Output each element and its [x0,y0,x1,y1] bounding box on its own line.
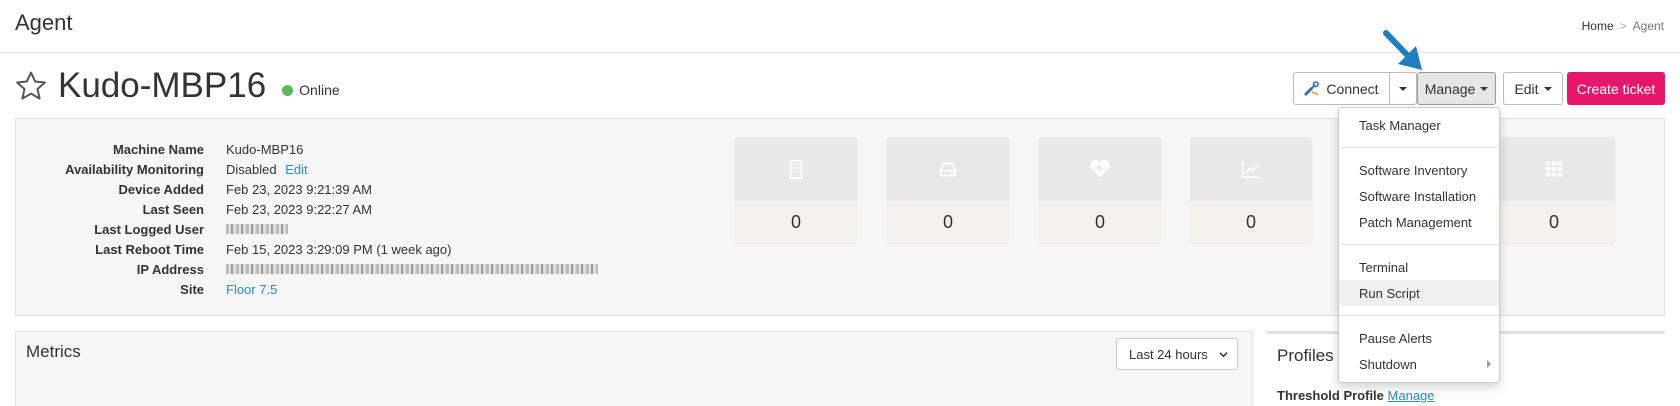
tile-icon-area [1190,137,1312,201]
breadcrumb-separator: > [1619,19,1627,33]
tile-icon-area [1493,137,1615,201]
menu-divider [1339,244,1499,245]
tile-count: 0 [1493,201,1615,243]
info-row-availability: Availability Monitoring Disabled Edit [61,159,598,179]
threshold-profile-row: Threshold Profile Manage [1277,388,1435,403]
status-text: Online [299,82,340,98]
info-label: Site [180,281,204,297]
heart-pulse-icon [1090,159,1110,178]
summary-tile[interactable]: 0 [887,137,1009,243]
create-ticket-button[interactable]: Create ticket [1567,72,1665,105]
tile-icon-area [887,137,1009,201]
info-value-wrap: Disabled Edit [226,162,308,177]
info-label: Availability Monitoring [65,161,204,177]
device-info-table: Machine Name Kudo-MBP16 Availability Mon… [61,139,598,299]
connect-label: Connect [1326,80,1379,97]
menu-item-pause-alerts[interactable]: Pause Alerts [1339,325,1499,351]
page-title: Agent [15,10,73,35]
menu-item-shutdown[interactable]: Shutdown [1339,351,1499,377]
site-link[interactable]: Floor 7.5 [226,282,277,297]
edit-label: Edit [1514,80,1539,97]
info-value: Kudo-MBP16 [226,141,304,157]
tile-icon-area [1039,137,1161,201]
chevron-down-icon [1480,86,1489,91]
info-row-last-seen: Last Seen Feb 23, 2023 9:22:27 AM [61,199,598,219]
hard-drive-icon [939,162,957,177]
breadcrumb: Home > Agent [1582,19,1664,33]
menu-item-run-script[interactable]: Run Script [1339,280,1499,306]
info-value: Feb 15, 2023 3:29:09 PM (1 week ago) [226,241,452,257]
info-label: Device Added [118,181,205,197]
availability-edit-link[interactable]: Edit [285,162,307,177]
breadcrumb-current: Agent [1632,19,1664,33]
info-row-last-reboot: Last Reboot Time Feb 15, 2023 3:29:09 PM… [61,239,598,259]
info-label: Last Reboot Time [95,241,204,257]
info-value: Feb 23, 2023 9:21:39 AM [226,181,372,197]
menu-divider [1339,147,1499,148]
info-value: Feb 23, 2023 9:22:27 AM [226,201,372,217]
chevron-down-icon [1219,352,1228,358]
profiles-title: Profiles [1277,346,1334,365]
menu-item-terminal[interactable]: Terminal [1339,254,1499,280]
favorite-star-icon[interactable] [14,69,48,103]
edit-button[interactable]: Edit [1503,72,1563,105]
device-name: Kudo-MBP16 [58,66,267,105]
menu-item-software-installation[interactable]: Software Installation [1339,183,1499,209]
info-row-site: Site Floor 7.5 [61,279,598,299]
info-label: Last Logged User [94,221,204,237]
menu-item-shutdown-label: Shutdown [1359,356,1417,372]
status-dot-icon [282,84,294,96]
tile-icon-area [735,137,857,201]
building-icon [789,159,803,179]
line-chart-icon [1241,160,1260,179]
grid-apps-icon [1545,161,1563,177]
summary-tile[interactable]: 0 [1039,137,1161,243]
connect-button[interactable]: Connect [1293,72,1390,105]
info-row-machine-name: Machine Name Kudo-MBP16 [61,139,598,159]
top-bar: Agent Home > Agent [0,0,1680,53]
threshold-profile-label: Threshold Profile [1277,388,1384,403]
redacted-user-value [226,223,288,234]
menu-item-software-inventory[interactable]: Software Inventory [1339,157,1499,183]
info-value-redacted [226,262,598,277]
breadcrumb-home[interactable]: Home [1582,19,1614,33]
chevron-down-icon [1543,86,1552,91]
info-label: IP Address [136,261,204,277]
menu-item-task-manager[interactable]: Task Manager [1339,112,1499,138]
chevron-right-icon [1487,360,1491,368]
info-label: Machine Name [112,141,204,157]
metrics-range-value: Last 24 hours [1129,346,1208,362]
manage-dropdown-menu: Task Manager Software Inventory Software… [1338,107,1500,383]
tile-count: 0 [1039,201,1161,243]
chevron-down-icon [1399,86,1407,91]
annotation-arrow-icon [1383,30,1422,70]
info-value-redacted [226,222,288,237]
info-label: Last Seen [142,201,204,217]
threshold-manage-link[interactable]: Manage [1388,388,1435,403]
connect-tools-icon [1304,81,1320,96]
summary-tile[interactable]: 0 [735,137,857,243]
manage-label: Manage [1424,80,1476,97]
metrics-title: Metrics [26,342,81,361]
device-header: Kudo-MBP16 Online [14,64,340,108]
tile-count: 0 [1190,201,1312,243]
summary-tile[interactable]: 0 [1190,137,1312,243]
menu-divider [1339,315,1499,316]
redacted-ip-value [226,263,598,274]
info-row-ip-address: IP Address [61,259,598,279]
info-value-wrap: Floor 7.5 [226,282,277,297]
connect-options-button[interactable] [1389,72,1417,105]
metrics-range-select[interactable]: Last 24 hours [1116,338,1238,370]
info-row-last-logged-user: Last Logged User [61,219,598,239]
manage-button[interactable]: Manage [1417,72,1496,105]
info-row-device-added: Device Added Feb 23, 2023 9:21:39 AM [61,179,598,199]
menu-item-patch-management[interactable]: Patch Management [1339,209,1499,235]
summary-tile[interactable]: 0 [1493,137,1615,243]
info-value: Disabled [226,161,277,177]
tile-count: 0 [887,201,1009,243]
tile-count: 0 [735,201,857,243]
metrics-panel: Metrics Last 24 hours [15,331,1253,406]
